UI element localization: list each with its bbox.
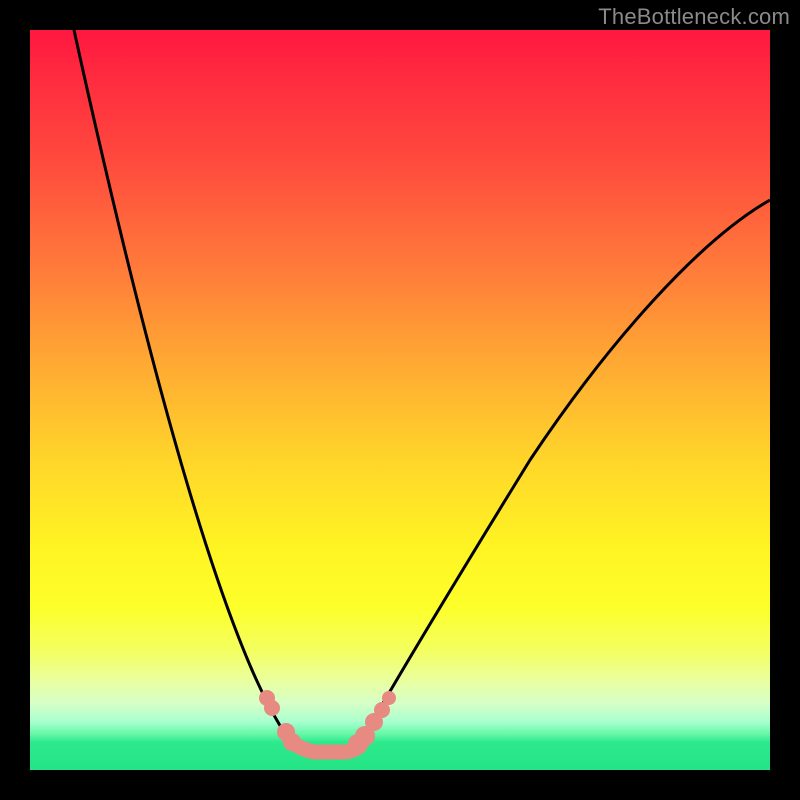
data-marker [283,733,301,751]
curve-left [74,30,290,740]
data-marker [382,691,396,705]
chart-svg [30,30,770,770]
watermark-text: TheBottleneck.com [598,4,790,30]
curve-right [362,200,770,740]
plot-area [30,30,770,770]
data-marker [264,700,280,716]
outer-frame: TheBottleneck.com [0,0,800,800]
